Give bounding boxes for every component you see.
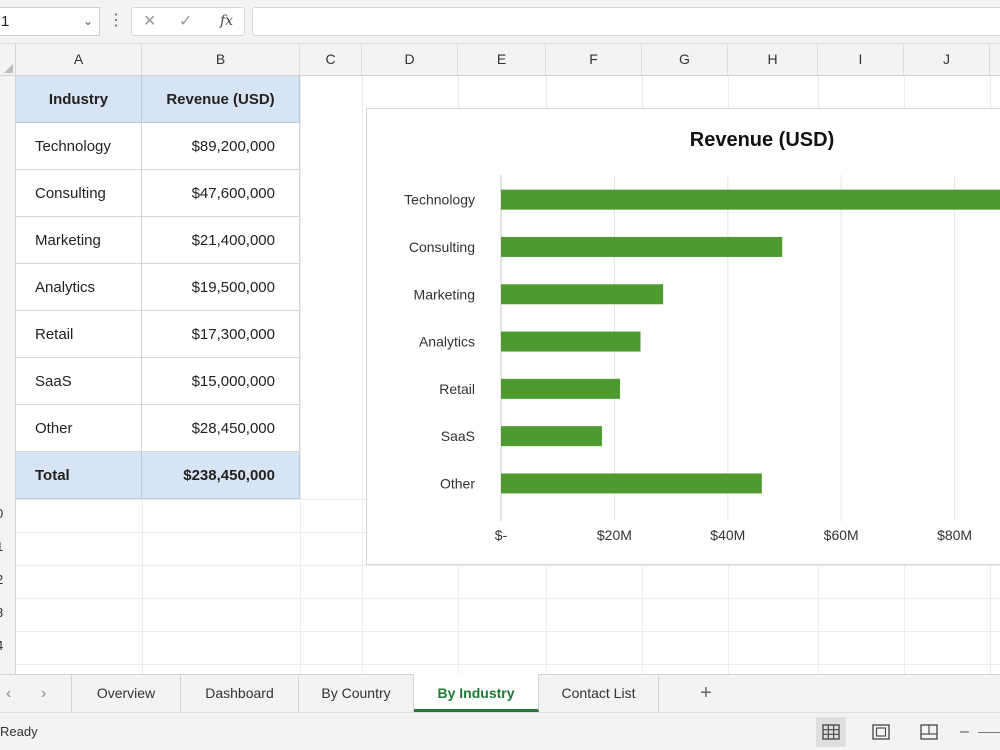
chart-x-tick-label: $20M (597, 527, 632, 543)
revenue-cell[interactable]: $15,000,000 (142, 358, 300, 405)
formula-input[interactable] (252, 7, 1000, 36)
chart-category-label: SaaS (441, 428, 475, 444)
page-break-view-icon[interactable] (914, 717, 944, 747)
chart-bar-marketing[interactable] (501, 284, 664, 305)
add-sheet-icon[interactable]: + (693, 675, 719, 712)
chart-category-label: Retail (439, 381, 475, 397)
select-all-corner[interactable] (0, 44, 16, 75)
column-header-g[interactable]: G (642, 44, 728, 75)
industry-cell[interactable]: Technology (16, 123, 142, 170)
page-layout-view-icon[interactable] (866, 717, 896, 747)
name-box[interactable]: 1 ⌄ (0, 7, 100, 36)
industry-cell[interactable]: Retail (16, 311, 142, 358)
chart-category-label: Analytics (419, 334, 475, 350)
insert-function-icon[interactable]: fx (220, 8, 233, 35)
revenue-bar-chart[interactable]: Technology Consulting Marketing Analytics Re… (366, 108, 1000, 565)
chart-category-label: Marketing (414, 286, 475, 302)
column-header-i[interactable]: I (818, 44, 904, 75)
zoom-slider[interactable] (978, 732, 1000, 733)
column-header-d[interactable]: D (362, 44, 458, 75)
chart-x-tick-label: $40M (710, 527, 745, 543)
column-header-a[interactable]: A (16, 44, 142, 75)
sheet-tab-by-country[interactable]: By Country (299, 675, 414, 712)
sheet-tabs-bar: ‹ › Overview Dashboard By Country By Ind… (0, 674, 1000, 712)
gridline (16, 664, 1000, 665)
gridline (16, 598, 1000, 599)
cancel-icon[interactable]: ✕ (143, 8, 156, 35)
chart-x-tick-label: $80M (937, 527, 972, 543)
chart-category-label: Consulting (409, 239, 475, 255)
revenue-cell[interactable]: $19,500,000 (142, 264, 300, 311)
gridline (362, 76, 363, 674)
industry-cell[interactable]: Other (16, 405, 142, 452)
status-ready-text: Ready (0, 724, 38, 739)
row-header-strip: 0 1 2 3 4 (0, 76, 16, 674)
row-header[interactable]: 3 (0, 605, 16, 620)
gridline (300, 76, 301, 674)
total-revenue-cell[interactable]: $238,450,000 (142, 452, 300, 499)
chart-bar-technology[interactable] (501, 189, 1000, 210)
column-header-row: A B C D E F G H I J (0, 44, 1000, 76)
zoom-out-icon[interactable]: – (960, 713, 969, 750)
more-options-icon[interactable]: ⋮ (108, 7, 124, 36)
chevron-right-icon[interactable]: › (41, 675, 46, 712)
revenue-cell[interactable]: $28,450,000 (142, 405, 300, 452)
sheet-tab-by-industry[interactable]: By Industry (414, 674, 539, 712)
sheet-tab-dashboard[interactable]: Dashboard (181, 675, 299, 712)
header-cell-industry[interactable]: Industry (16, 76, 142, 123)
chevron-down-icon[interactable]: ⌄ (83, 8, 93, 35)
revenue-cell[interactable]: $21,400,000 (142, 217, 300, 264)
chart-x-tick-label: $60M (824, 527, 859, 543)
chevron-left-icon[interactable]: ‹ (6, 675, 11, 712)
normal-view-icon[interactable] (816, 717, 846, 747)
row-header[interactable]: 1 (0, 539, 16, 554)
revenue-cell[interactable]: $17,300,000 (142, 311, 300, 358)
sheet-tab-overview[interactable]: Overview (71, 675, 181, 712)
industry-cell[interactable]: Marketing (16, 217, 142, 264)
chart-canvas: Technology Consulting Marketing Analytics Re… (404, 129, 1000, 543)
column-header-e[interactable]: E (458, 44, 546, 75)
column-header-j[interactable]: J (904, 44, 990, 75)
column-header-b[interactable]: B (142, 44, 300, 75)
industry-cell[interactable]: Analytics (16, 264, 142, 311)
formula-bar: 1 ⌄ ⋮ ✕ ✓ fx (0, 0, 1000, 44)
column-header-h[interactable]: H (728, 44, 818, 75)
column-header-c[interactable]: C (300, 44, 362, 75)
chart-bar-saas[interactable] (501, 426, 602, 447)
revenue-cell[interactable]: $89,200,000 (142, 123, 300, 170)
gridline (16, 631, 1000, 632)
row-header[interactable]: 4 (0, 638, 16, 653)
total-label-cell[interactable]: Total (16, 452, 142, 499)
chart-bar-other[interactable] (501, 473, 762, 494)
chart-category-label: Technology (404, 192, 475, 208)
industry-cell[interactable]: SaaS (16, 358, 142, 405)
chart-bar-retail[interactable] (501, 378, 621, 399)
industry-cell[interactable]: Consulting (16, 170, 142, 217)
chart-title: Revenue (USD) (690, 129, 834, 151)
chart-bar-analytics[interactable] (501, 331, 641, 352)
chart-bar-consulting[interactable] (501, 236, 783, 257)
formula-actions: ✕ ✓ fx (131, 7, 245, 36)
chart-x-tick-label: $- (495, 527, 508, 543)
header-cell-revenue[interactable]: Revenue (USD) (142, 76, 300, 123)
column-header-f[interactable]: F (546, 44, 642, 75)
name-box-value: 1 (1, 13, 10, 30)
row-header[interactable]: 2 (0, 572, 16, 587)
status-bar: Ready – (0, 712, 1000, 750)
sheet-tab-contact-list[interactable]: Contact List (539, 675, 659, 712)
revenue-cell[interactable]: $47,600,000 (142, 170, 300, 217)
chart-category-label: Other (440, 475, 475, 491)
row-header[interactable]: 0 (0, 506, 16, 521)
enter-icon[interactable]: ✓ (179, 8, 192, 35)
